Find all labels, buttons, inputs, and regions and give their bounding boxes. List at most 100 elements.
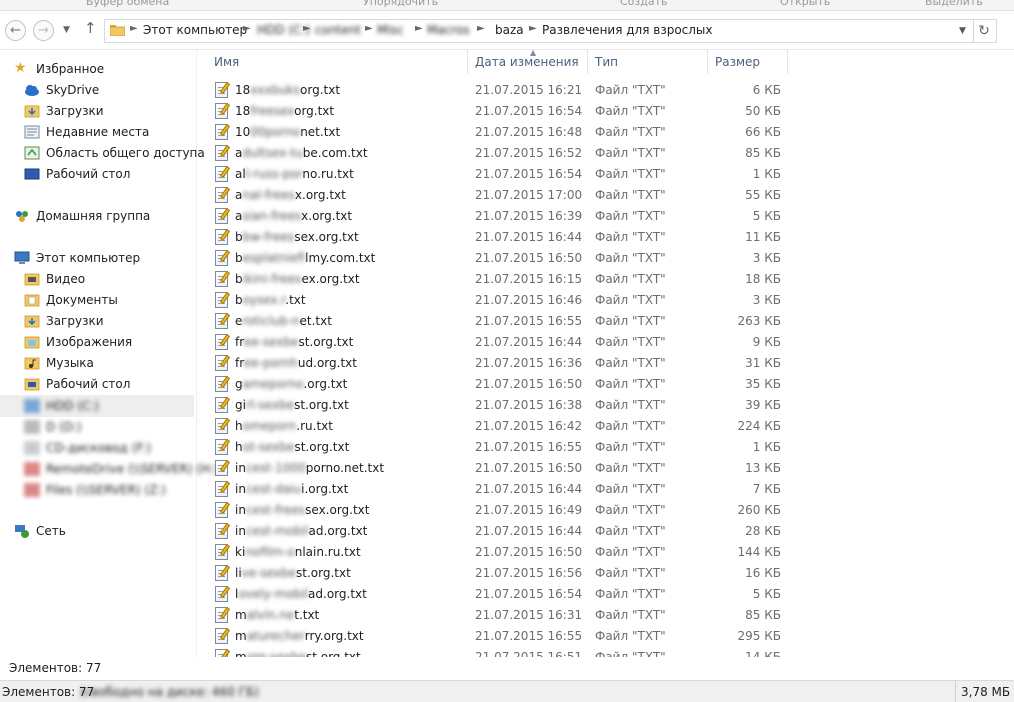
file-name: 18freesexorg.txt [235,104,334,118]
sidebar-item-skydrive[interactable]: SkyDrive [0,80,196,100]
file-name-redacted: alvin.ne [246,608,295,622]
ribbon-group-clipboard[interactable]: Буфер обмена [86,0,169,8]
sidebar-item-drive-d[interactable]: D (D:) [0,417,196,437]
file-row[interactable]: kinofilm-onlain.ru.txt 21.07.2015 16:50 Фа… [197,542,1014,563]
file-row[interactable]: homeporn.ru.txt 21.07.2015 16:42 Файл "TXT… [197,416,1014,437]
column-header-name[interactable]: Имя [214,55,239,69]
breadcrumb-segment[interactable]: Misc [377,23,404,37]
sidebar-item-drive-f[interactable]: CD-дисковод (F:) [0,438,196,458]
folder-icon [110,25,125,36]
column-header-type[interactable]: Тип [595,55,618,69]
breadcrumb-separator[interactable]: ► [365,23,373,34]
back-button[interactable]: ← [5,20,26,41]
sidebar-item-video[interactable]: Видео [0,269,196,289]
file-row[interactable]: maturecherrry.org.txt 21.07.2015 16:55 Фай… [197,626,1014,647]
column-header-date[interactable]: Дата изменения [475,55,579,69]
breadcrumb-segment[interactable]: content [315,23,361,37]
column-divider[interactable] [787,50,788,74]
file-size: 1 КБ [752,440,781,454]
file-row[interactable]: free-sexbest.org.txt 21.07.2015 16:44 Файл… [197,332,1014,353]
file-row[interactable]: incest-daiui.org.txt 21.07.2015 16:44 Файл… [197,479,1014,500]
file-type: Файл "TXT" [595,566,666,580]
file-row[interactable]: 1000pornonet.txt 21.07.2015 16:48 Файл "TX… [197,122,1014,143]
file-row[interactable]: more-sexbest.org.txt 21.07.2015 16:51 Файл… [197,647,1014,657]
sidebar-item-pictures[interactable]: Изображения [0,332,196,352]
file-row[interactable]: boysex.r.txt 21.07.2015 16:46 Файл "TXT" 3 … [197,290,1014,311]
sidebar-item-documents[interactable]: Документы [0,290,196,310]
file-row[interactable]: 18xxxbuksorg.txt 21.07.2015 16:21 Файл "TX… [197,80,1014,101]
file-row[interactable]: adultsex-tube.com.txt 21.07.2015 16:52 Фай… [197,143,1014,164]
column-divider[interactable] [587,50,588,74]
sidebar-item-downloads-pc[interactable]: Загрузки [0,311,196,331]
file-row[interactable]: asian-freesx.org.txt 21.07.2015 16:39 Файл… [197,206,1014,227]
file-name: anal-freesx.org.txt [235,188,346,202]
forward-button[interactable]: → [33,20,54,41]
sidebar-item-drive-h[interactable]: RemoteDrive (\\SERVER) (H:) [0,459,219,479]
file-name: homeporn.ru.txt [235,419,333,433]
sidebar-homegroup[interactable]: Домашняя группа [0,206,196,226]
file-row[interactable]: incest-1000porno.net.txt 21.07.2015 16:50… [197,458,1014,479]
ribbon-group-select[interactable]: Выделить [925,0,983,8]
ribbon-group-organize[interactable]: Упорядочить [363,0,438,8]
sidebar-item-music[interactable]: Музыка [0,353,196,373]
file-row[interactable]: malvin.net.txt 21.07.2015 16:31 Файл "TXT"… [197,605,1014,626]
file-row[interactable]: bikini-freesex.org.txt 21.07.2015 16:15 Фа… [197,269,1014,290]
file-size: 144 КБ [737,545,781,559]
sidebar-this-pc[interactable]: Этот компьютер [0,248,196,268]
sidebar-item-drive-z[interactable]: Files (\\SERVER) (Z:) [0,480,196,500]
column-divider[interactable] [467,50,468,74]
breadcrumb-this-pc[interactable]: Этот компьютер [143,23,247,37]
breadcrumb-separator[interactable]: ► [477,23,485,34]
file-row[interactable]: bbw-freessex.org.txt 21.07.2015 16:44 Файл… [197,227,1014,248]
file-row[interactable]: girl-sexbest.org.txt 21.07.2015 16:38 Файл… [197,395,1014,416]
file-row[interactable]: all-russ-porno.ru.txt 21.07.2015 16:54 Фай… [197,164,1014,185]
column-header-size[interactable]: Размер [715,55,760,69]
file-name-end: x.org.txt [294,188,346,202]
address-history-dropdown[interactable]: ▼ [959,26,966,36]
file-row[interactable]: incest-freessex.org.txt 21.07.2015 16:49 Ф… [197,500,1014,521]
sidebar-item-label: Область общего доступа [46,146,205,160]
sidebar-item-public[interactable]: Область общего доступа [0,143,205,163]
breadcrumb-separator[interactable]: ► [529,23,537,34]
recent-locations-button[interactable]: ▼ [63,25,70,35]
refresh-button[interactable]: ↻ [972,19,997,43]
sidebar-item-desktop-pc[interactable]: Рабочий стол [0,374,196,394]
breadcrumb-baza[interactable]: baza [495,23,524,37]
sidebar-item-downloads[interactable]: Загрузки [0,101,196,121]
breadcrumb-segment[interactable]: Macros [427,23,470,37]
status-selection-size: 3,78 МБ [961,685,1011,699]
breadcrumb-current[interactable]: Развлечения для взрослых [542,23,713,37]
file-type: Файл "TXT" [595,188,666,202]
file-size: 263 КБ [737,314,781,328]
file-row[interactable]: 18freesexorg.txt 21.07.2015 16:54 Файл "TX… [197,101,1014,122]
file-row[interactable]: anal-freesx.org.txt 21.07.2015 17:00 Файл … [197,185,1014,206]
file-row[interactable]: eroticlub-net.txt 21.07.2015 16:55 Файл "T… [197,311,1014,332]
file-row[interactable]: live-sexbest.org.txt 21.07.2015 16:56 Файл… [197,563,1014,584]
up-button[interactable]: ↑ [84,19,97,37]
breadcrumb-separator[interactable]: ► [130,23,138,34]
file-row[interactable]: free-pornhud.org.txt 21.07.2015 16:36 Файл… [197,353,1014,374]
file-row[interactable]: gameporno.org.txt 21.07.2015 16:50 Файл "T… [197,374,1014,395]
homegroup-icon [16,211,28,222]
file-row[interactable]: lovely-mobilad.org.txt 21.07.2015 16:54 Фа… [197,584,1014,605]
breadcrumb-separator[interactable]: ► [415,23,423,34]
sidebar-item-drive-c[interactable]: HDD (C:) [0,396,196,416]
ribbon-group-new[interactable]: Создать [620,0,668,8]
breadcrumb-separator[interactable]: ► [303,23,311,34]
file-type: Файл "TXT" [595,545,666,559]
sidebar-network[interactable]: Сеть [0,521,196,541]
file-name-redacted: ovely-mobil [238,587,309,601]
ribbon-group-open[interactable]: Открыть [780,0,830,8]
address-bar[interactable]: ► Этот компьютер ► HDD (C:) ► content ► … [104,19,974,43]
status-divider [955,681,956,702]
sidebar-item-recent[interactable]: Недавние места [0,122,196,142]
column-divider[interactable] [707,50,708,74]
file-row[interactable]: incest-mobilad.org.txt 21.07.2015 16:44 Фа… [197,521,1014,542]
breadcrumb-separator[interactable]: ► [243,23,251,34]
file-name-redacted: rl-sexbe [245,398,295,412]
sidebar-item-desktop[interactable]: Рабочий стол [0,164,196,184]
file-row[interactable]: besplatniefilmy.com.txt 21.07.2015 16:50 Ф… [197,248,1014,269]
file-size: 55 КБ [745,188,781,202]
file-row[interactable]: hot-sexbest.org.txt 21.07.2015 16:55 Файл … [197,437,1014,458]
sidebar-favorites[interactable]: ★ Избранное [0,59,196,79]
